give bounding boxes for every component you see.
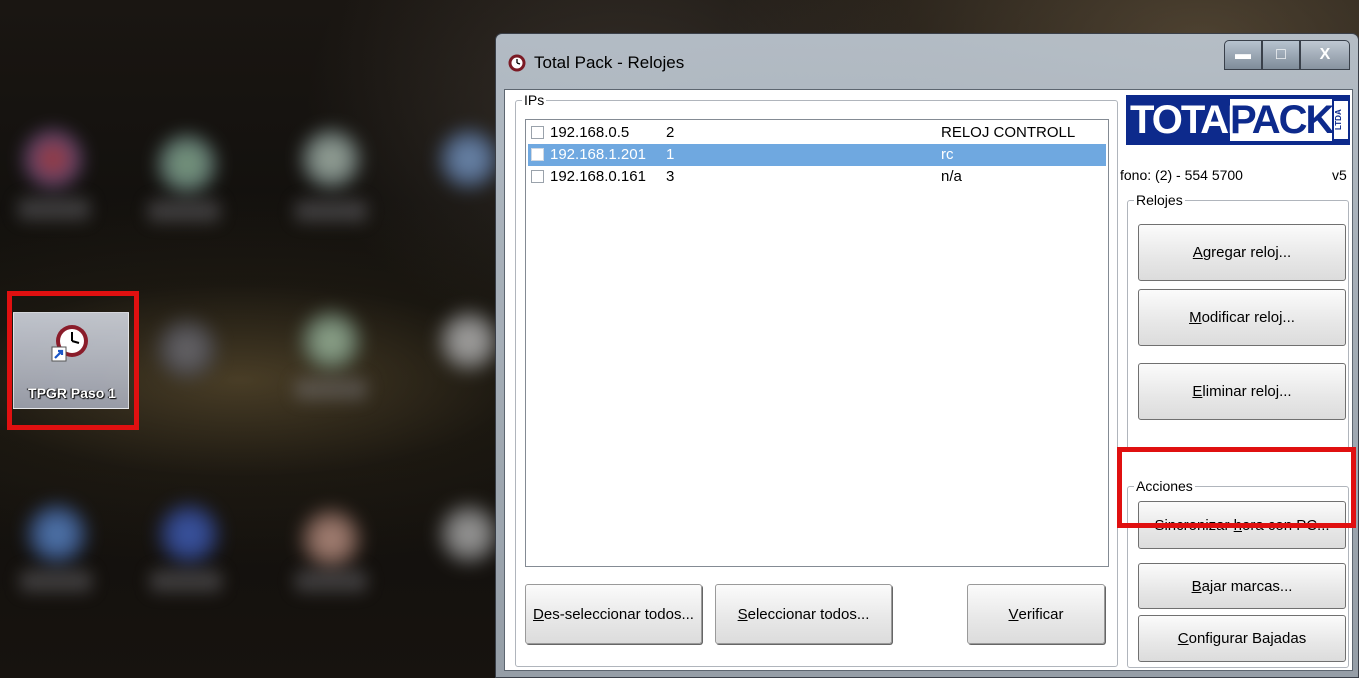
totalpack-logo: TOTAL PACK LTDA (1126, 95, 1350, 145)
ips-group: IPs 192.168.0.5 2 RELOJ CONTROLL 192.168… (515, 92, 1118, 667)
row-number: 3 (666, 168, 675, 185)
shortcut-highlight-frame (7, 291, 139, 430)
blurred-desktop-icon (440, 505, 498, 563)
config-accel: C (1177, 630, 1189, 647)
blurred-desktop-icon (158, 135, 216, 193)
app-clock-icon (508, 54, 526, 72)
logo-pack-block: PACK (1230, 98, 1334, 142)
blurred-icon-label (148, 200, 220, 222)
add-accel: A (1192, 244, 1203, 261)
blurred-icon-label (18, 198, 90, 220)
blurred-desktop-icon (302, 130, 360, 188)
blurred-desktop-icon (302, 510, 360, 568)
select-all-button[interactable]: Seleccionar todos... (715, 584, 892, 644)
blurred-icon-label (150, 570, 222, 592)
select-label: eleccionar todos... (747, 605, 870, 623)
minimize-button[interactable]: ▬ (1224, 40, 1262, 70)
verify-accel: V (1008, 605, 1019, 623)
version-text: v5 (1332, 167, 1347, 183)
verify-button[interactable]: Verificar (967, 584, 1105, 644)
phone-text: fono: (2) - 554 5700 (1120, 167, 1243, 183)
ip-list[interactable]: 192.168.0.5 2 RELOJ CONTROLL 192.168.1.2… (525, 119, 1109, 567)
modify-label: odificar reloj... (1201, 309, 1295, 326)
window-title: Total Pack - Relojes (534, 53, 685, 72)
row-checkbox[interactable] (531, 148, 544, 161)
row-ip: 192.168.0.161 (550, 168, 646, 185)
delete-accel: E (1192, 383, 1203, 400)
row-checkbox[interactable] (531, 126, 544, 139)
verify-label: erificar (1018, 605, 1064, 623)
download-label: ajar marcas... (1201, 577, 1293, 595)
delete-label: liminar reloj... (1202, 383, 1292, 400)
row-ip: 192.168.1.201 (550, 146, 646, 163)
blurred-desktop-icon (160, 505, 218, 563)
window-controls: ▬ □ X (1224, 40, 1350, 70)
delete-clock-button[interactable]: Eliminar reloj... (1138, 363, 1346, 420)
blurred-icon-label (295, 378, 367, 400)
row-checkbox[interactable] (531, 170, 544, 183)
blurred-icon-label (20, 570, 92, 592)
row-number: 1 (666, 146, 675, 163)
configure-downloads-button[interactable]: Configurar Bajadas (1138, 615, 1346, 662)
row-name: rc (941, 146, 954, 163)
modify-accel: M (1189, 309, 1202, 326)
list-item[interactable]: 192.168.0.5 2 RELOJ CONTROLL (528, 122, 1106, 144)
blurred-desktop-icon (440, 130, 498, 188)
blurred-desktop-icon (158, 320, 216, 378)
close-button[interactable]: X (1300, 40, 1350, 70)
blurred-desktop-icon (24, 130, 82, 188)
list-item-selected[interactable]: 192.168.1.201 1 rc (528, 144, 1106, 166)
logo-ltda-text: LTDA (1334, 101, 1348, 139)
logo-pack-text: PACK (1230, 98, 1334, 142)
deselect-accel: D (533, 605, 544, 623)
relojes-group: Relojes Agregar reloj... Modificar reloj… (1127, 192, 1349, 452)
blurred-desktop-icon (302, 312, 360, 370)
relojes-group-label: Relojes (1134, 192, 1185, 208)
deselect-label: es-seleccionar todos... (543, 605, 694, 623)
deselect-all-button[interactable]: Des-seleccionar todos... (525, 584, 702, 644)
select-accel: S (737, 605, 748, 623)
blurred-icon-label (295, 200, 367, 222)
row-ip: 192.168.0.5 (550, 124, 630, 141)
window-client-area: IPs 192.168.0.5 2 RELOJ CONTROLL 192.168… (504, 89, 1353, 671)
list-item[interactable]: 192.168.0.161 3 n/a (528, 166, 1106, 188)
blurred-desktop-icon (28, 505, 86, 563)
modify-clock-button[interactable]: Modificar reloj... (1138, 289, 1346, 346)
config-label: onfigurar Bajadas (1188, 630, 1307, 647)
ips-group-label: IPs (522, 92, 547, 108)
blurred-icon-label (295, 570, 367, 592)
maximize-button[interactable]: □ (1262, 40, 1300, 70)
add-label: gregar reloj... (1202, 244, 1292, 261)
title-bar[interactable]: Total Pack - Relojes ▬ □ X (496, 34, 1358, 89)
add-clock-button[interactable]: Agregar reloj... (1138, 224, 1346, 281)
blurred-desktop-icon (440, 312, 498, 370)
download-marks-button[interactable]: Bajar marcas... (1138, 563, 1346, 609)
sync-highlight-frame (1117, 447, 1356, 528)
download-accel: B (1191, 577, 1202, 595)
row-name: RELOJ CONTROLL (941, 124, 1076, 141)
row-name: n/a (941, 168, 962, 185)
row-number: 2 (666, 124, 675, 141)
total-pack-window: Total Pack - Relojes ▬ □ X IPs 192.168.0… (495, 33, 1359, 678)
